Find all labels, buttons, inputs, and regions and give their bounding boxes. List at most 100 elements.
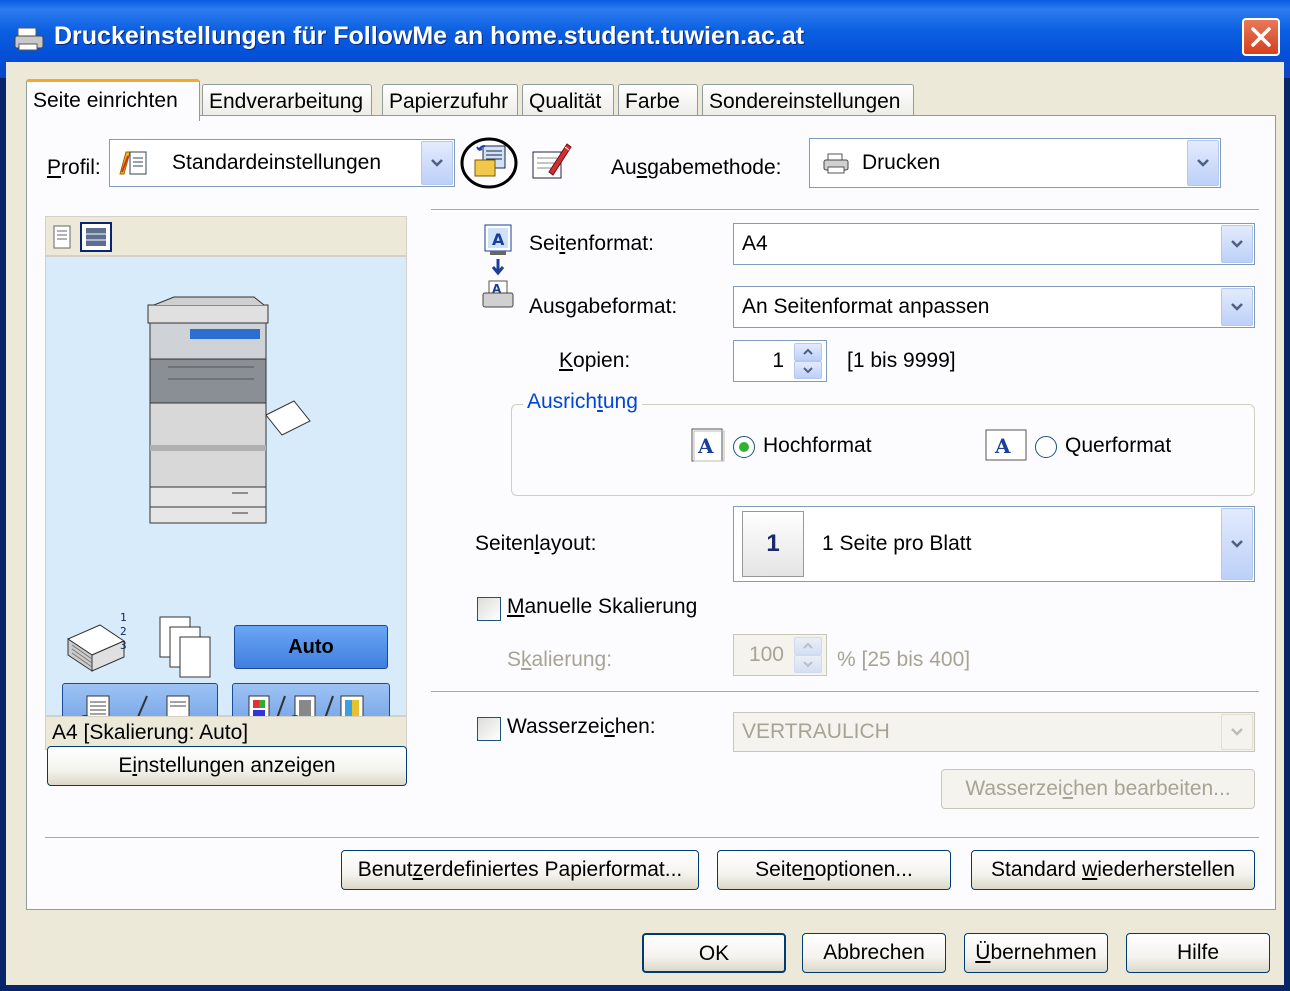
- profile-select[interactable]: Standardeinstellungen: [109, 139, 455, 187]
- printer-view-icon[interactable]: [80, 222, 112, 252]
- watermark-checkbox[interactable]: [477, 717, 501, 741]
- restore-defaults-button[interactable]: Standard wiederherstellen: [971, 850, 1255, 890]
- chevron-up-icon: [803, 642, 813, 649]
- svg-text:A: A: [994, 434, 1011, 458]
- page-view-icon[interactable]: [52, 225, 72, 249]
- stapled-paper-stack-icon: 1 2 3: [66, 611, 127, 672]
- portrait-label: Hochformat: [763, 434, 872, 457]
- copies-label: Kopien:: [559, 349, 631, 372]
- svg-text:A: A: [492, 230, 505, 249]
- tab-farbe[interactable]: Farbe: [618, 84, 698, 118]
- ok-button[interactable]: OK: [642, 933, 786, 973]
- divider: [45, 837, 1259, 839]
- landscape-label: Querformat: [1065, 434, 1172, 457]
- divider: [431, 691, 1259, 693]
- edit-profile-icon: [532, 143, 572, 179]
- chevron-down-icon: [431, 159, 443, 167]
- chevron-down-icon: [1197, 159, 1209, 167]
- preview-panel: 1 2 3 Auto: [45, 256, 407, 733]
- tab-sondereinstellungen[interactable]: Sondereinstellungen: [702, 84, 914, 118]
- svg-text:A: A: [697, 434, 714, 458]
- close-button[interactable]: [1242, 18, 1280, 56]
- edit-watermark-button[interactable]: Wasserzeichen bearbeiten...: [941, 769, 1255, 809]
- page-layout-dropdown-button[interactable]: [1221, 508, 1253, 580]
- svg-text:3: 3: [120, 639, 127, 652]
- output-method-label: Ausgabemethode:: [611, 156, 782, 179]
- dialog-client: Seite einrichten Endverarbeitung Papierz…: [6, 62, 1284, 985]
- landscape-icon: A: [985, 429, 1027, 461]
- output-format-value: An Seitenformat anpassen: [742, 295, 990, 318]
- copies-range: [1 bis 9999]: [847, 349, 956, 372]
- output-method-value: Drucken: [862, 151, 941, 174]
- show-settings-button[interactable]: Einstellungen anzeigen: [47, 746, 407, 786]
- help-button[interactable]: Hilfe: [1126, 933, 1270, 973]
- watermark-value: VERTRAULICH: [742, 720, 890, 743]
- orientation-group-title: Ausrichtung: [523, 390, 642, 414]
- page-format-select[interactable]: A4: [733, 223, 1255, 265]
- chevron-down-icon: [803, 367, 813, 374]
- dialog-window: Druckeinstellungen für FollowMe an home.…: [0, 0, 1290, 991]
- add-profile-button[interactable]: [459, 136, 519, 190]
- page-format-value: A4: [742, 232, 768, 255]
- scaling-label: Skalierung:: [507, 648, 613, 671]
- profile-icon: [119, 151, 147, 175]
- copies-down-button[interactable]: [794, 361, 822, 379]
- tab-qualitaet[interactable]: Qualität: [522, 84, 614, 118]
- profile-label: Profil:: [47, 156, 101, 179]
- scaling-up-button[interactable]: [794, 637, 822, 655]
- chevron-down-icon: [803, 661, 813, 668]
- svg-text:1: 1: [120, 611, 127, 624]
- scaling-down-button[interactable]: [794, 655, 822, 673]
- page-layout-label: Seitenlayout:: [475, 532, 597, 555]
- cancel-button[interactable]: Abbrechen: [802, 933, 946, 973]
- output-method-dropdown-button[interactable]: [1187, 140, 1219, 186]
- scaling-input[interactable]: 100: [733, 634, 827, 676]
- output-format-label: Ausgabeformat:: [529, 295, 678, 318]
- output-format-select[interactable]: An Seitenformat anpassen: [733, 286, 1255, 328]
- output-method-select[interactable]: Drucken: [809, 138, 1221, 188]
- divider: [431, 209, 1259, 211]
- page-layout-number-icon: 1: [742, 511, 804, 577]
- page-layout-value: 1 Seite pro Blatt: [822, 532, 972, 555]
- tab-papierzufuhr[interactable]: Papierzufuhr: [382, 84, 518, 118]
- page-layout-select[interactable]: 1 1 Seite pro Blatt: [733, 506, 1255, 582]
- watermark-select[interactable]: VERTRAULICH: [733, 712, 1255, 752]
- page-format-dropdown-button[interactable]: [1221, 225, 1253, 263]
- page-options-button[interactable]: Seitenoptionen...: [717, 850, 951, 890]
- portrait-radio[interactable]: [733, 436, 755, 458]
- auto-button[interactable]: Auto: [234, 625, 388, 669]
- tab-seite-einrichten[interactable]: Seite einrichten: [26, 79, 200, 121]
- scaling-value: 100: [748, 643, 784, 666]
- output-format-dropdown-button[interactable]: [1221, 288, 1253, 326]
- landscape-radio[interactable]: [1035, 436, 1057, 458]
- watermark-label: Wasserzeichen:: [507, 715, 656, 738]
- copies-input[interactable]: 1: [733, 340, 827, 382]
- edit-profile-button[interactable]: [527, 138, 577, 186]
- collate-pages-icon: [159, 616, 211, 678]
- page-format-arrow-icon: A A: [482, 224, 514, 308]
- printer-icon: [14, 26, 46, 52]
- manual-scaling-checkbox[interactable]: [477, 597, 501, 621]
- scaling-range: % [25 bis 400]: [837, 648, 971, 671]
- apply-button[interactable]: Übernehmen: [964, 933, 1108, 973]
- custom-paper-format-button[interactable]: Benutzerdefiniertes Papierformat...: [341, 850, 699, 890]
- close-icon: [1251, 27, 1271, 47]
- preview-status-bar: A4 [Skalierung: Auto]: [45, 716, 407, 750]
- watermark-dropdown-button[interactable]: [1221, 714, 1253, 750]
- manual-scaling-label: Manuelle Skalierung: [507, 595, 698, 618]
- chevron-down-icon: [1231, 240, 1243, 248]
- copies-value: 1: [772, 349, 784, 372]
- copies-up-button[interactable]: [794, 343, 822, 361]
- page-format-label: Seitenformat:: [529, 232, 654, 255]
- scaling-spinner[interactable]: [794, 637, 824, 673]
- preview-toolbar: [45, 216, 407, 256]
- add-profile-icon: [460, 137, 518, 189]
- tab-endverarbeitung[interactable]: Endverarbeitung: [202, 84, 372, 118]
- window-title: Druckeinstellungen für FollowMe an home.…: [54, 22, 805, 50]
- chevron-up-icon: [803, 348, 813, 355]
- profile-value: Standardeinstellungen: [172, 151, 381, 174]
- svg-text:2: 2: [120, 625, 127, 638]
- profile-dropdown-button[interactable]: [421, 141, 453, 185]
- copier-image: [147, 296, 311, 524]
- copies-spinner[interactable]: [794, 343, 824, 379]
